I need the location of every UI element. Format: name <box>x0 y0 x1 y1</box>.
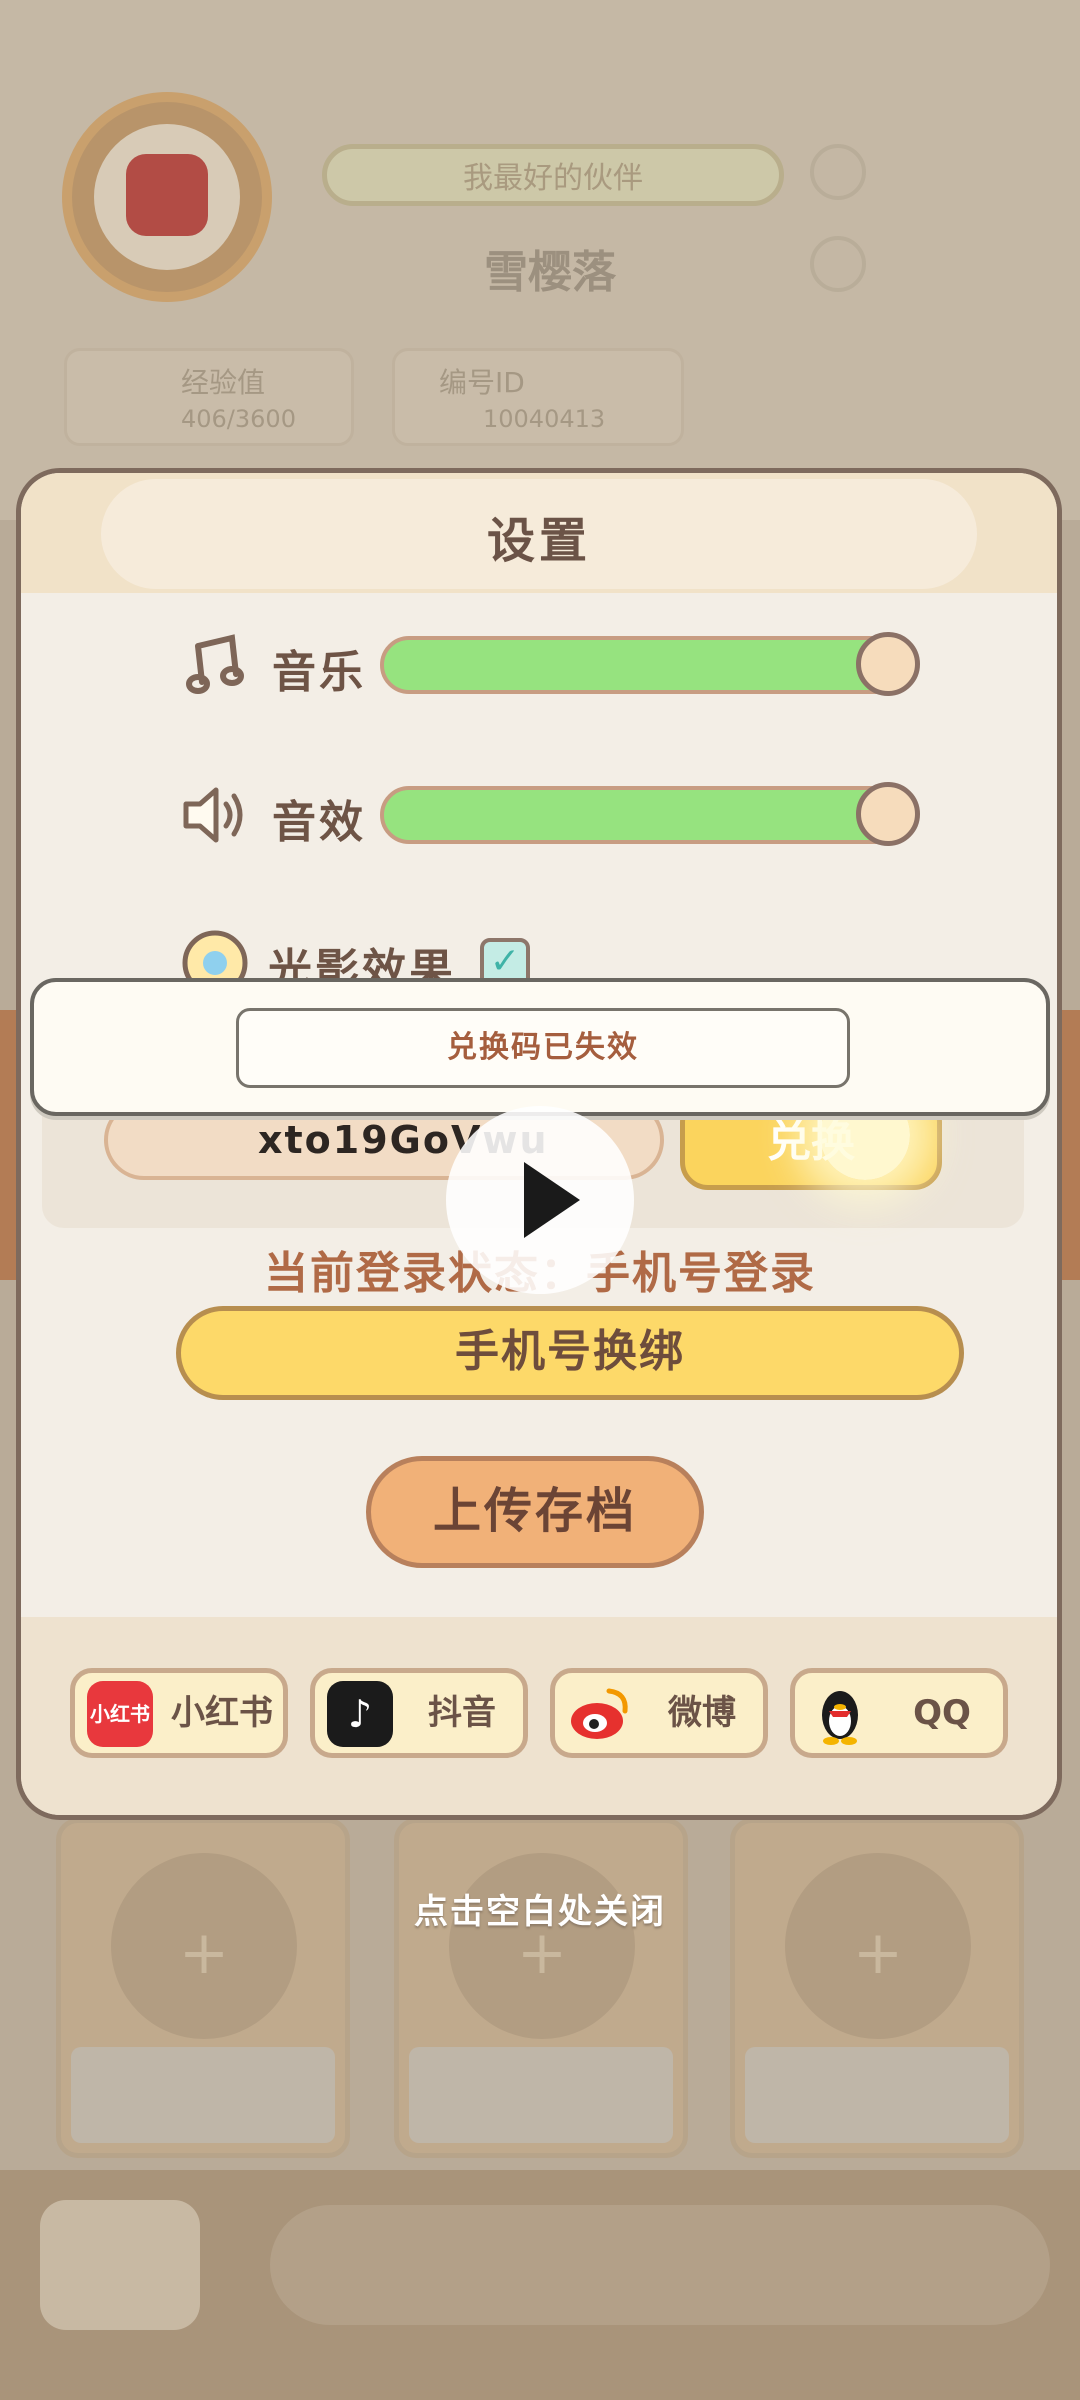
empty-slot: + <box>56 1818 350 2158</box>
id-card: 编号ID 10040413 <box>392 348 684 446</box>
qq-label: QQ <box>913 1693 971 1733</box>
settings-header: 设置 <box>21 473 1057 593</box>
slot-footer <box>71 2047 335 2143</box>
slot-footer <box>745 2047 1009 2143</box>
qq-button[interactable]: QQ <box>790 1668 1008 1758</box>
weibo-label: 微博 <box>668 1693 736 1733</box>
upload-save-button[interactable]: 上传存档 <box>366 1456 704 1568</box>
settings-title: 设置 <box>486 513 591 569</box>
exp-card: 经验值 406/3600 <box>64 348 354 446</box>
music-label: 音乐 <box>272 647 366 698</box>
exp-value: 406/3600 <box>181 405 296 433</box>
empty-slot: + <box>394 1818 688 2158</box>
xiaohongshu-icon: 小红书 <box>87 1681 153 1747</box>
player-name: 雪樱落 <box>484 247 616 298</box>
music-slider[interactable] <box>380 636 918 694</box>
toast-banner: 兑换码已失效 兑换码已失效 <box>30 978 1050 1116</box>
avatar-frame <box>94 124 240 270</box>
music-slider-thumb[interactable] <box>856 632 920 696</box>
play-button[interactable] <box>446 1106 634 1294</box>
weibo-button[interactable]: 微博 <box>550 1668 768 1758</box>
douyin-button[interactable]: ♪ 抖音 <box>310 1668 528 1758</box>
bottom-character-strip <box>270 2205 1050 2325</box>
empty-slot: + <box>730 1818 1024 2158</box>
exp-label: 经验值 <box>181 366 266 399</box>
refresh-icon <box>810 144 866 200</box>
sound-effects-slider-thumb[interactable] <box>856 782 920 846</box>
xiaohongshu-label: 小红书 <box>171 1693 273 1733</box>
xiaohongshu-button[interactable]: 小红书 小红书 <box>70 1668 288 1758</box>
armchair-icon <box>126 154 208 236</box>
play-icon <box>524 1162 580 1238</box>
id-label: 编号ID <box>439 366 525 399</box>
tap-to-close-hint[interactable]: 点击空白处关闭 <box>0 1884 1080 1933</box>
title-badge: 我最好的伙伴 <box>322 144 784 206</box>
slot-footer <box>409 2047 673 2143</box>
speaker-icon <box>180 780 250 850</box>
douyin-icon: ♪ <box>327 1681 393 1747</box>
edit-icon <box>810 236 866 292</box>
qq-penguin-icon <box>807 1681 873 1747</box>
douyin-label: 抖音 <box>428 1693 496 1733</box>
rebind-phone-button[interactable]: 手机号换绑 <box>176 1306 964 1400</box>
player-avatar <box>62 92 272 302</box>
bottom-home-button <box>40 2200 200 2330</box>
music-note-icon <box>182 630 252 700</box>
toast-message: 兑换码已失效 <box>236 1008 850 1088</box>
id-value: 10040413 <box>483 405 606 433</box>
sound-effects-label: 音效 <box>272 797 366 848</box>
weibo-icon <box>567 1681 633 1747</box>
sound-effects-slider[interactable] <box>380 786 918 844</box>
